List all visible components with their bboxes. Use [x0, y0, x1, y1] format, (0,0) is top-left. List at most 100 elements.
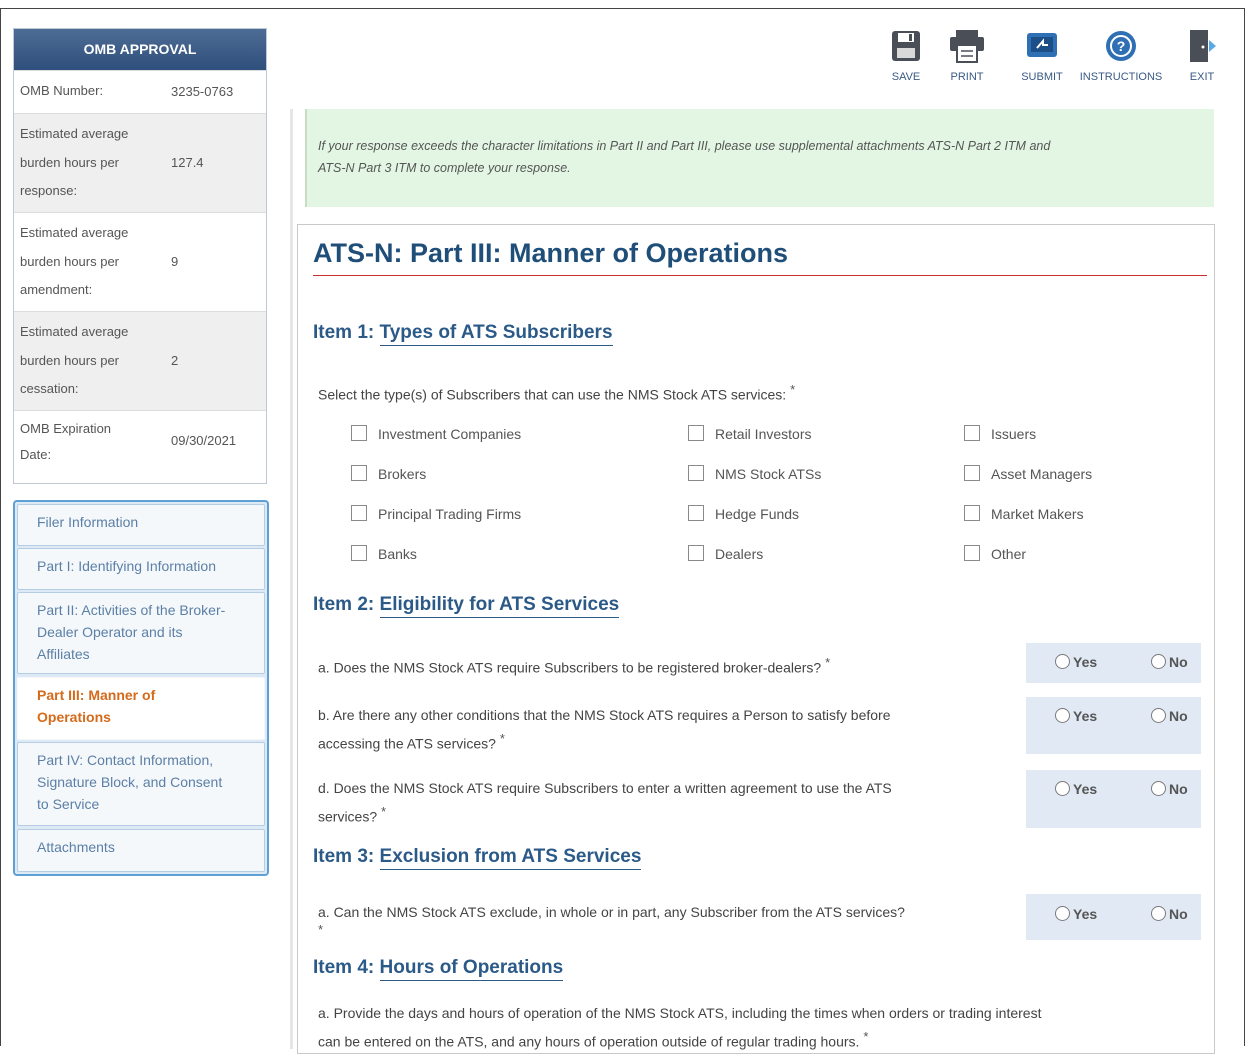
instructions-button[interactable]: ? INSTRUCTIONS [1073, 28, 1169, 83]
checkbox-label: Principal Trading Firms [378, 506, 522, 522]
nav-item-part-1[interactable]: Part I: Identifying Information [17, 548, 265, 590]
radio-circle[interactable] [1151, 906, 1166, 921]
radio-circle[interactable] [1055, 906, 1070, 921]
item-2-title: Eligibility for ATS Services [379, 594, 620, 618]
help-icon: ? [1106, 31, 1136, 61]
checkbox-box[interactable] [688, 505, 704, 521]
yes-radio[interactable]: Yes [1055, 906, 1097, 922]
checkbox-box[interactable] [688, 465, 704, 481]
item-2d-question-line-1: d. Does the NMS Stock ATS require Subscr… [318, 780, 892, 796]
no-label: No [1169, 906, 1188, 922]
subscriber-type-checkbox[interactable]: Dealers [688, 545, 763, 562]
subscriber-type-checkbox[interactable]: Principal Trading Firms [351, 505, 521, 522]
checkbox-box[interactable] [351, 465, 367, 481]
exit-button[interactable]: EXIT [1180, 28, 1224, 83]
checkbox-label: Banks [378, 546, 417, 562]
item-2d-question-line-2: services? [318, 808, 378, 825]
exit-door-icon [1190, 30, 1216, 62]
checkbox-box[interactable] [964, 545, 980, 561]
item-4a-question-line-1: a. Provide the days and hours of operati… [318, 1005, 1042, 1021]
subscriber-type-checkbox[interactable]: Other [964, 545, 1026, 562]
print-button[interactable]: PRINT [944, 28, 990, 83]
save-button[interactable]: SAVE [885, 28, 927, 83]
item-2d-question: d. Does the NMS Stock ATS require Subscr… [318, 776, 892, 829]
nav-item-label: Filer Information [37, 514, 139, 530]
checkbox-box[interactable] [964, 505, 980, 521]
item-1-heading: Item 1: Types of ATS Subscribers [313, 322, 613, 346]
item-2b-question-line-2: accessing the ATS services? [318, 735, 496, 752]
character-limit-notice: If your response exceeds the character l… [305, 109, 1214, 207]
checkbox-box[interactable] [964, 465, 980, 481]
subscriber-type-checkbox[interactable]: Banks [351, 545, 417, 562]
no-label: No [1169, 708, 1188, 724]
submit-button[interactable]: SUBMIT [1015, 28, 1069, 83]
checkbox-box[interactable] [351, 505, 367, 521]
page-title: ATS-N: Part III: Manner of Operations [313, 238, 789, 268]
no-radio[interactable]: No [1151, 781, 1188, 797]
required-marker: * [790, 382, 796, 397]
no-radio[interactable]: No [1151, 906, 1188, 922]
omb-burden-response-label-1: Estimated average [20, 126, 129, 141]
no-radio[interactable]: No [1151, 708, 1188, 724]
checkbox-box[interactable] [688, 545, 704, 561]
radio-circle[interactable] [1151, 781, 1166, 796]
nav-item-label: Attachments [37, 839, 115, 855]
no-radio[interactable]: No [1151, 654, 1188, 670]
nav-item-attachments[interactable]: Attachments [17, 829, 265, 872]
omb-burden-response-row: Estimated average burden hours per respo… [14, 113, 266, 212]
nav-item-filer-information[interactable]: Filer Information [17, 504, 265, 546]
item-2d-yes-no: Yes No [1026, 770, 1201, 828]
radio-circle[interactable] [1055, 781, 1070, 796]
radio-circle[interactable] [1055, 654, 1070, 669]
nav-item-label-line-3: Affiliates [37, 646, 90, 662]
exit-label: EXIT [1189, 71, 1215, 83]
item-2a-question-text: a. Does the NMS Stock ATS require Subscr… [318, 659, 822, 676]
yes-radio[interactable]: Yes [1055, 654, 1097, 670]
item-4-title: Hours of Operations [379, 957, 564, 981]
item-2b-yes-no: Yes No [1026, 697, 1201, 754]
item-1-question-text: Select the type(s) of Subscribers that c… [318, 386, 787, 403]
radio-circle[interactable] [1151, 708, 1166, 723]
checkbox-label: Issuers [991, 426, 1037, 442]
omb-expiration-value: 09/30/2021 [171, 433, 237, 448]
subscriber-type-checkbox[interactable]: Asset Managers [964, 465, 1092, 482]
omb-approval-header: OMB APPROVAL [14, 29, 266, 70]
radio-circle[interactable] [1055, 708, 1070, 723]
nav-item-part-4[interactable]: Part IV: Contact Information, Signature … [17, 742, 265, 826]
item-2b-question-line-1: b. Are there any other conditions that t… [318, 707, 891, 723]
omb-expiration-label-1: OMB Expiration [20, 421, 112, 436]
subscriber-type-checkbox[interactable]: NMS Stock ATSs [688, 465, 821, 482]
subscriber-type-checkbox[interactable]: Market Makers [964, 505, 1084, 522]
yes-radio[interactable]: Yes [1055, 781, 1097, 797]
subscriber-type-checkbox[interactable]: Issuers [964, 425, 1036, 442]
checkbox-box[interactable] [351, 545, 367, 561]
omb-burden-response-value: 127.4 [171, 155, 204, 170]
yes-radio[interactable]: Yes [1055, 708, 1097, 724]
item-3-heading: Item 3: Exclusion from ATS Services [313, 846, 642, 870]
checkbox-label: Other [991, 546, 1027, 562]
checkbox-box[interactable] [688, 425, 704, 441]
checkbox-label: Investment Companies [378, 426, 522, 442]
subscriber-type-checkbox[interactable]: Hedge Funds [688, 505, 799, 522]
subscriber-type-checkbox[interactable]: Brokers [351, 465, 426, 482]
notice-line-2: ATS-N Part 3 ITM to complete your respon… [318, 161, 571, 175]
print-icon [950, 30, 984, 63]
checkbox-label: Asset Managers [991, 466, 1093, 482]
nav-item-part-2[interactable]: Part II: Activities of the Broker- Deale… [17, 592, 265, 674]
radio-circle[interactable] [1151, 654, 1166, 669]
content-left-rule [290, 109, 293, 1049]
nav-item-part-3[interactable]: Part III: Manner of Operations [17, 677, 265, 740]
subscriber-type-checkbox[interactable]: Retail Investors [688, 425, 811, 442]
submit-icon [1027, 33, 1057, 57]
subscriber-type-checkbox[interactable]: Investment Companies [351, 425, 521, 442]
form-section-nav: Filer Information Part I: Identifying In… [13, 500, 269, 876]
checkbox-box[interactable] [351, 425, 367, 441]
omb-burden-amendment-label-3: amendment: [20, 282, 93, 297]
save-label: SAVE [891, 71, 921, 83]
checkbox-box[interactable] [964, 425, 980, 441]
omb-burden-response-label-2: burden hours per [20, 155, 120, 170]
checkbox-label: Brokers [378, 466, 427, 482]
save-icon [892, 31, 920, 61]
print-label: PRINT [950, 71, 984, 83]
checkbox-label: NMS Stock ATSs [715, 466, 822, 482]
